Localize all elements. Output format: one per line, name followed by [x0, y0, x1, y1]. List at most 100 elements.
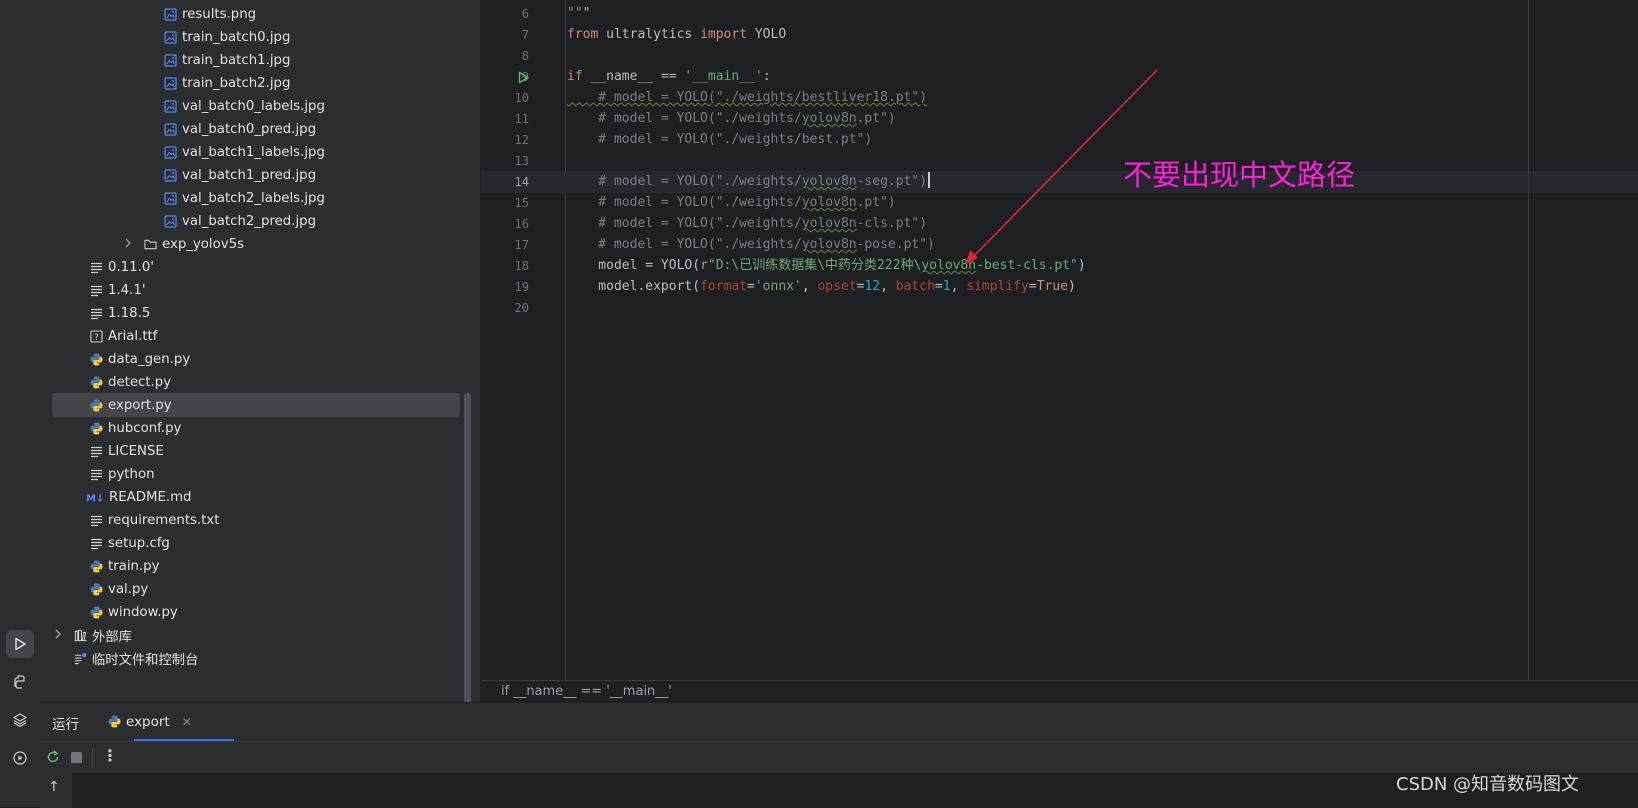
code-line[interactable]: 10 # model = YOLO("./weights/bestliver18… [481, 87, 1638, 109]
run-panel-title: 运行 [52, 717, 79, 733]
line-number: 10 [514, 91, 529, 105]
code-line[interactable]: 17 # model = YOLO("./weights/yolov8n-pos… [481, 234, 1638, 256]
tree-item[interactable]: train_batch2.jpg [40, 71, 480, 95]
tree-item-label: requirements.txt [108, 512, 220, 528]
code-line[interactable]: 19 model.export(format='onnx', opset=12,… [481, 276, 1638, 298]
code-text: # model = YOLO("./weights/yolov8n-cls.pt… [567, 216, 928, 231]
tree-item[interactable]: 外部库 [40, 623, 480, 647]
image-file-icon [164, 30, 177, 44]
text-file-icon [90, 514, 103, 527]
python-file-icon [90, 422, 103, 435]
tree-item[interactable]: val_batch1_labels.jpg [40, 140, 480, 164]
tree-item-label: 1.4.1' [108, 282, 146, 298]
tree-item[interactable]: val_batch2_labels.jpg [40, 186, 480, 210]
python-file-icon [90, 399, 103, 412]
tree-item[interactable]: detect.py [40, 370, 480, 394]
python-console-button[interactable] [6, 668, 34, 696]
code-line[interactable]: 9 if __name__ == '__main__': [481, 66, 1638, 88]
run-tool-button[interactable] [6, 630, 34, 658]
stop-icon[interactable] [71, 752, 82, 763]
code-line[interactable]: 14 # model = YOLO("./weights/yolov8n-seg… [481, 171, 1638, 193]
tree-item-label: 1.18.5 [108, 305, 151, 321]
tree-item[interactable]: export.py [52, 393, 460, 417]
tree-item[interactable]: M↓ README.md [40, 485, 480, 509]
tree-item[interactable]: val_batch1_pred.jpg [40, 163, 480, 187]
python-file-icon [90, 583, 103, 596]
code-text: if __name__ == '__main__': [567, 69, 771, 84]
tree-item[interactable]: python [40, 462, 480, 486]
tree-item-label: setup.cfg [108, 535, 170, 551]
tree-item[interactable]: val_batch2_pred.jpg [40, 209, 480, 233]
code-line[interactable]: 20 [481, 297, 1638, 319]
tree-item-label: detect.py [108, 374, 172, 390]
code-editor[interactable]: 6 """ 7 from ultralytics import YOLO 8 9 if __… [481, 0, 1638, 702]
unknown-file-icon: ? [90, 329, 103, 343]
run-gutter-icon[interactable] [517, 70, 531, 84]
project-tree-scrollbar[interactable] [464, 393, 471, 703]
more-options-icon[interactable]: ⋮ [102, 746, 118, 765]
tree-item-label: train.py [108, 558, 160, 574]
tree-item[interactable]: val.py [40, 577, 480, 601]
tree-item[interactable]: requirements.txt [40, 508, 480, 532]
image-file-icon [164, 168, 177, 182]
scroll-up-icon[interactable]: ↑ [48, 779, 60, 795]
line-number: 18 [514, 259, 529, 273]
tree-item-label: export.py [108, 397, 172, 413]
code-text: # model = YOLO("./weights/yolov8n.pt") [567, 111, 896, 126]
tree-item[interactable]: hubconf.py [40, 416, 480, 440]
code-line[interactable]: 7 from ultralytics import YOLO [481, 24, 1638, 46]
code-line[interactable]: 8 [481, 45, 1638, 67]
tree-item[interactable]: val_batch0_pred.jpg [40, 117, 480, 141]
tree-item[interactable]: window.py [40, 600, 480, 624]
tree-item-label: LICENSE [108, 443, 164, 459]
svg-text:M↓: M↓ [86, 493, 104, 504]
tree-item[interactable]: exp_yolov5s [40, 232, 480, 256]
watermark: CSDN @知音数码图文 [1396, 774, 1580, 795]
tree-item-label: results.png [182, 6, 257, 22]
rerun-icon[interactable] [46, 750, 60, 768]
tree-item[interactable]: results.png [40, 2, 480, 26]
code-line[interactable]: 18 model = YOLO(r"D:\已训练数据集\中药分类222种\yol… [481, 255, 1638, 277]
line-number: 15 [514, 196, 529, 210]
code-text: # model = YOLO("./weights/best.pt") [567, 132, 873, 147]
line-number: 16 [514, 217, 529, 231]
code-line[interactable]: 15 # model = YOLO("./weights/yolov8n.pt"… [481, 192, 1638, 214]
chevron-right-icon[interactable] [54, 629, 62, 642]
tree-item[interactable]: train_batch1.jpg [40, 48, 480, 72]
code-line[interactable]: 16 # model = YOLO("./weights/yolov8n-cls… [481, 213, 1638, 235]
tree-item-label: val_batch0_pred.jpg [182, 121, 317, 137]
tree-item[interactable]: val_batch0_labels.jpg [40, 94, 480, 118]
image-file-icon [164, 99, 177, 113]
line-number: 12 [514, 133, 529, 147]
code-line[interactable]: 6 """ [481, 3, 1638, 25]
python-file-icon [90, 560, 103, 573]
code-line[interactable]: 13 [481, 150, 1638, 172]
tree-item-label: 0.11.0' [108, 259, 154, 275]
tree-item[interactable]: 0.11.0' [40, 255, 480, 279]
tree-item[interactable]: 1.18.5 [40, 301, 480, 325]
tree-item-label: exp_yolov5s [162, 236, 244, 252]
tree-item[interactable]: setup.cfg [40, 531, 480, 555]
tree-item[interactable]: data_gen.py [40, 347, 480, 371]
tree-item[interactable]: LICENSE [40, 439, 480, 463]
run-icon [15, 637, 26, 651]
tree-item[interactable]: train_batch0.jpg [40, 25, 480, 49]
code-text: # model = YOLO("./weights/yolov8n.pt") [567, 195, 896, 210]
code-text: """ [567, 6, 591, 21]
close-icon[interactable]: ✕ [182, 715, 192, 729]
editor-breadcrumb[interactable]: if __name__ == '__main__' [481, 680, 1638, 702]
tree-item[interactable]: ? Arial.ttf [40, 324, 480, 348]
code-line[interactable]: 11 # model = YOLO("./weights/yolov8n.pt"… [481, 108, 1638, 130]
text-caret [928, 172, 930, 188]
code-line[interactable]: 12 # model = YOLO("./weights/best.pt") [481, 129, 1638, 151]
tree-item[interactable]: 临时文件和控制台 [40, 646, 480, 670]
tree-item-label: hubconf.py [108, 420, 182, 436]
tree-item[interactable]: 1.4.1' [40, 278, 480, 302]
services-button[interactable] [6, 744, 34, 772]
image-file-icon [164, 122, 177, 136]
layers-button[interactable] [6, 706, 34, 734]
tree-item[interactable]: train.py [40, 554, 480, 578]
line-number: 13 [514, 154, 529, 168]
chevron-right-icon[interactable] [124, 238, 132, 251]
tab-export[interactable]: export ✕ [100, 703, 200, 740]
